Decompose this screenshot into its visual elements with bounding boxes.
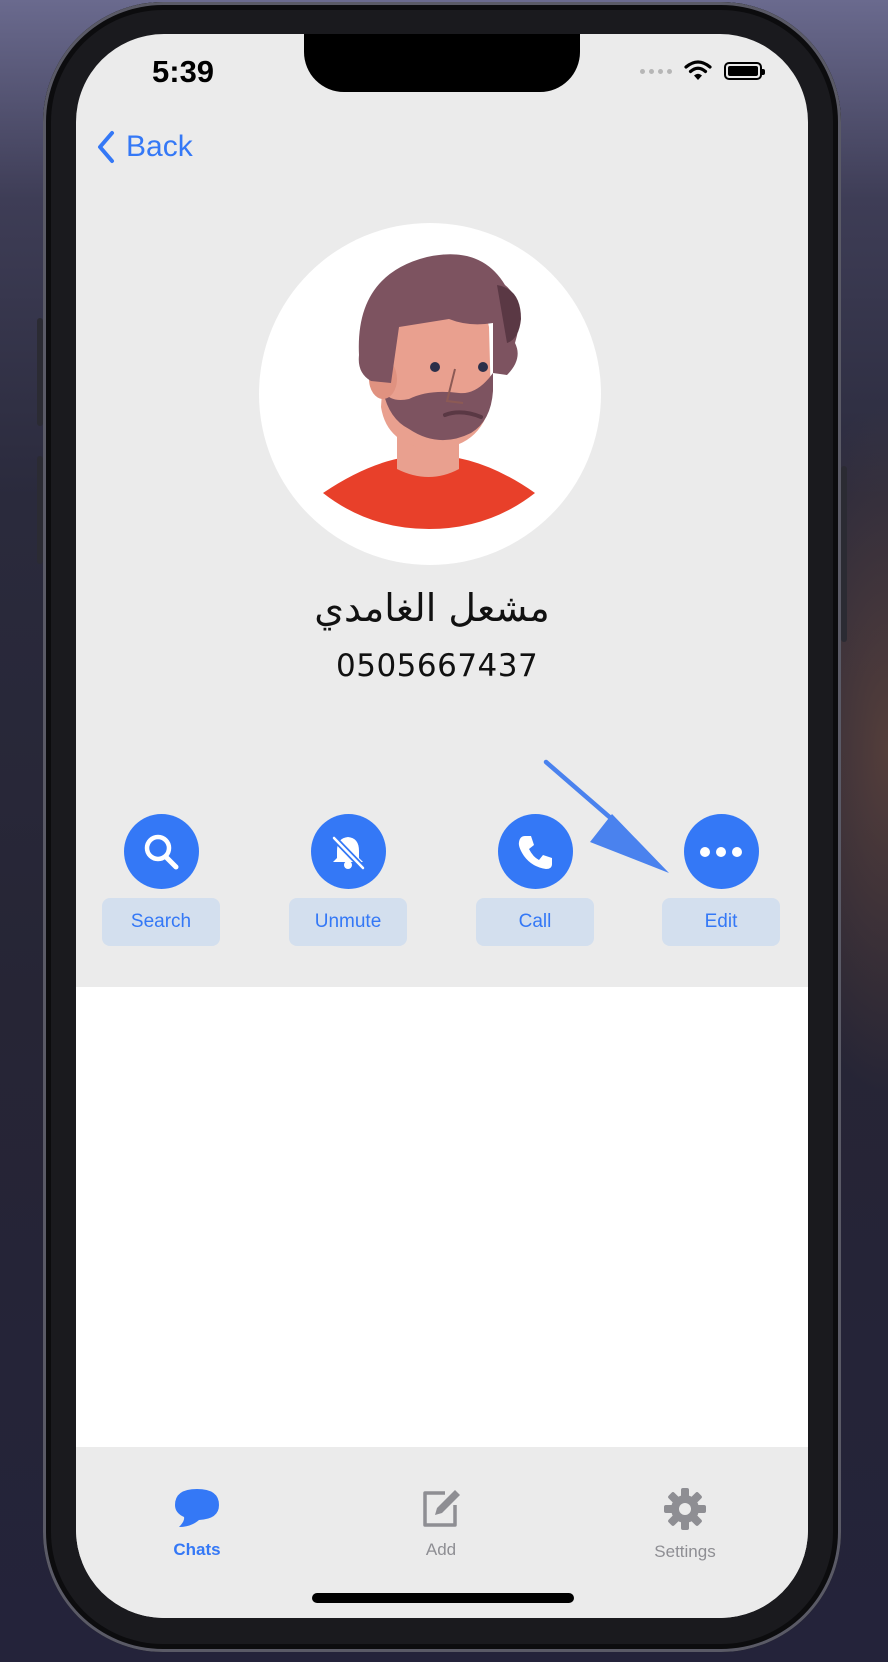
- tab-add[interactable]: Add: [381, 1487, 501, 1560]
- tab-add-label: Add: [425, 1540, 457, 1559]
- tab-chats[interactable]: Chats: [137, 1487, 257, 1560]
- gear-icon: [664, 1488, 706, 1530]
- phone-icon: [518, 835, 552, 869]
- action-unmute[interactable]: Unmute: [289, 814, 407, 946]
- side-button-right: [841, 466, 847, 642]
- edit-button[interactable]: [683, 814, 759, 889]
- home-indicator: [312, 1593, 574, 1603]
- side-button-left-1: [37, 318, 43, 426]
- unmute-button[interactable]: [310, 814, 386, 889]
- compose-icon: [423, 1490, 460, 1527]
- side-button-left-2: [37, 456, 43, 564]
- tab-settings[interactable]: Settings: [625, 1487, 745, 1562]
- search-button[interactable]: [123, 814, 199, 889]
- ellipsis-icon: [700, 846, 742, 857]
- edit-label[interactable]: Edit: [662, 898, 780, 946]
- phone-screen: 5:39 Back مشعل الغامدي 0505667437 Search…: [76, 34, 808, 1618]
- call-button[interactable]: [497, 814, 573, 889]
- unmute-label[interactable]: Unmute: [289, 898, 407, 946]
- tab-chats-label: Chats: [173, 1540, 221, 1559]
- action-search[interactable]: Search: [102, 814, 220, 946]
- content-area: [76, 987, 808, 1447]
- call-label[interactable]: Call: [476, 898, 594, 946]
- bell-slash-icon: [331, 835, 366, 870]
- chat-bubble-icon: [175, 1489, 219, 1527]
- tab-settings-label: Settings: [654, 1542, 716, 1561]
- search-label[interactable]: Search: [102, 898, 220, 946]
- action-edit[interactable]: Edit: [662, 814, 780, 946]
- magnifier-icon: [144, 834, 179, 869]
- action-call[interactable]: Call: [476, 814, 594, 946]
